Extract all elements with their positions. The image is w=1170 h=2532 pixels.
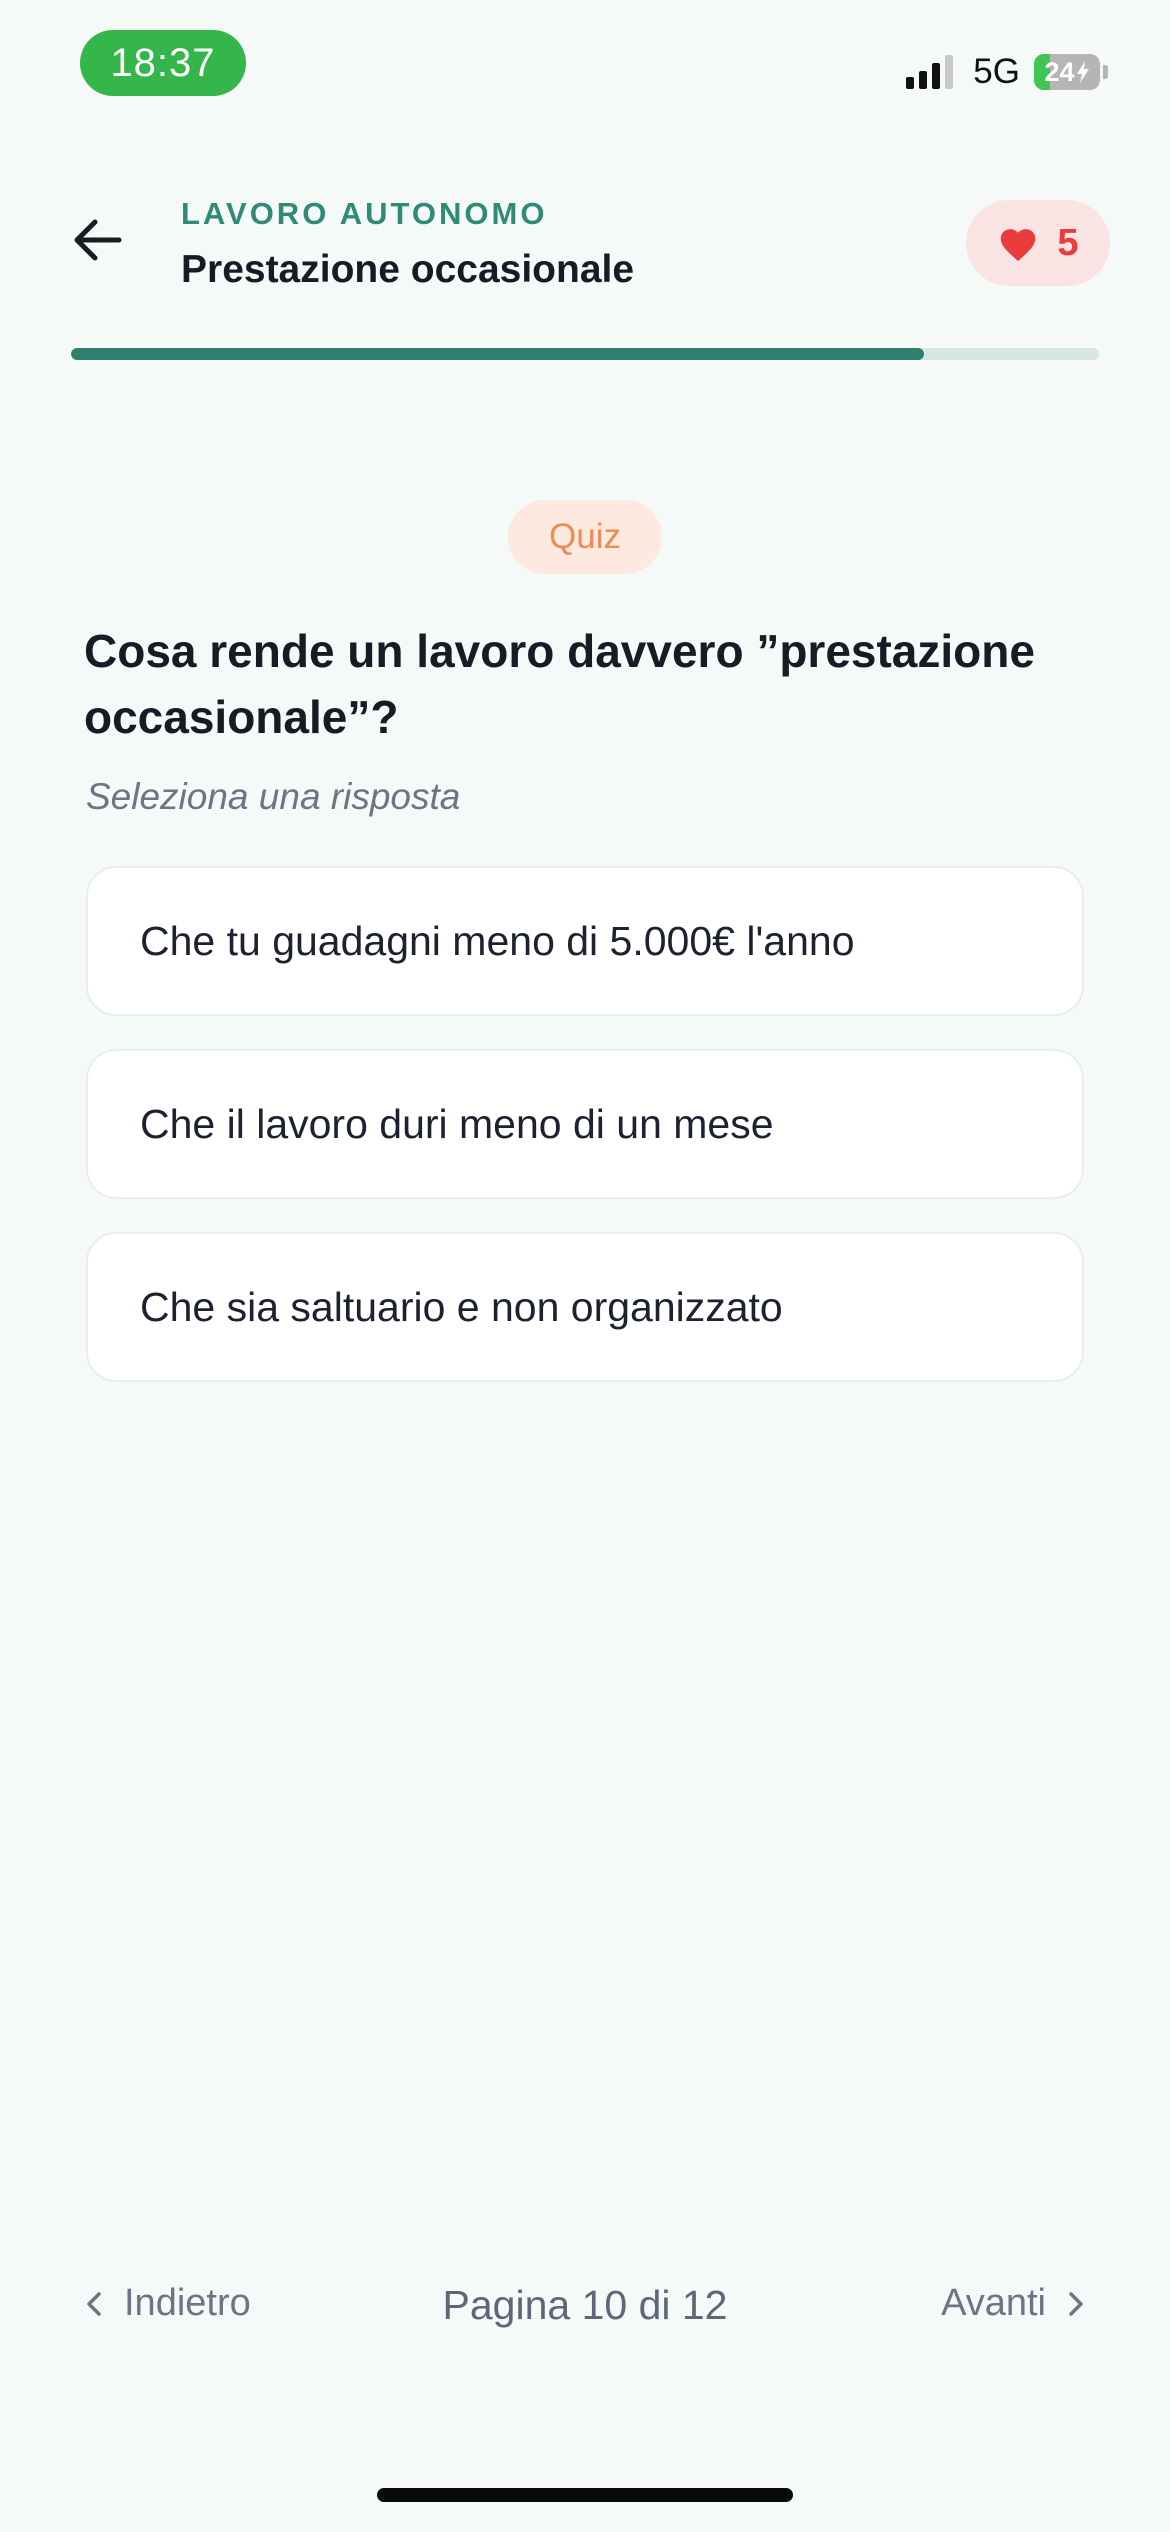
home-indicator[interactable] bbox=[377, 2488, 793, 2502]
lesson-category: LAVORO AUTONOMO bbox=[181, 196, 548, 231]
lesson-title: Prestazione occasionale bbox=[181, 248, 635, 291]
answer-option[interactable]: Che sia saltuario e non organizzato bbox=[86, 1232, 1084, 1382]
quiz-hint: Seleziona una risposta bbox=[86, 776, 461, 817]
lives-count: 5 bbox=[1057, 221, 1079, 264]
lesson-progress-fill bbox=[71, 348, 925, 360]
lesson-header: LAVORO AUTONOMO Prestazione occasionale bbox=[181, 196, 634, 292]
signal-icon bbox=[906, 55, 954, 89]
answer-option-label: Che tu guadagni meno di 5.000€ l'anno bbox=[140, 917, 855, 964]
arrow-left-icon bbox=[74, 219, 122, 261]
next-page-button[interactable]: Avanti bbox=[941, 2282, 1084, 2325]
quiz-question: Cosa rende un lavoro davvero ”prestazion… bbox=[84, 625, 1035, 743]
battery-icon: 24 bbox=[1034, 54, 1108, 90]
answer-option[interactable]: Che il lavoro duri meno di un mese bbox=[86, 1049, 1084, 1199]
heart-icon bbox=[1001, 229, 1036, 262]
quiz-badge: Quiz bbox=[508, 500, 662, 574]
lives-badge: 5 bbox=[966, 200, 1110, 286]
network-label: 5G bbox=[973, 52, 1020, 91]
back-button[interactable] bbox=[62, 205, 132, 275]
quiz-screen: 18:37 5G 24 LAVORO AUTONOMO Prestazione … bbox=[0, 0, 1170, 2532]
chevron-right-icon bbox=[1069, 2291, 1083, 2316]
next-page-label: Avanti bbox=[941, 2282, 1046, 2324]
answer-option-label: Che sia saltuario e non organizzato bbox=[140, 1283, 783, 1330]
answer-option-label: Che il lavoro duri meno di un mese bbox=[140, 1100, 774, 1147]
answer-option[interactable]: Che tu guadagni meno di 5.000€ l'anno bbox=[86, 866, 1084, 1016]
lesson-progress-bar bbox=[71, 348, 1099, 360]
battery-level: 24 bbox=[1044, 56, 1075, 87]
status-time: 18:37 bbox=[80, 30, 246, 96]
status-indicators: 5G 24 bbox=[906, 52, 1108, 92]
